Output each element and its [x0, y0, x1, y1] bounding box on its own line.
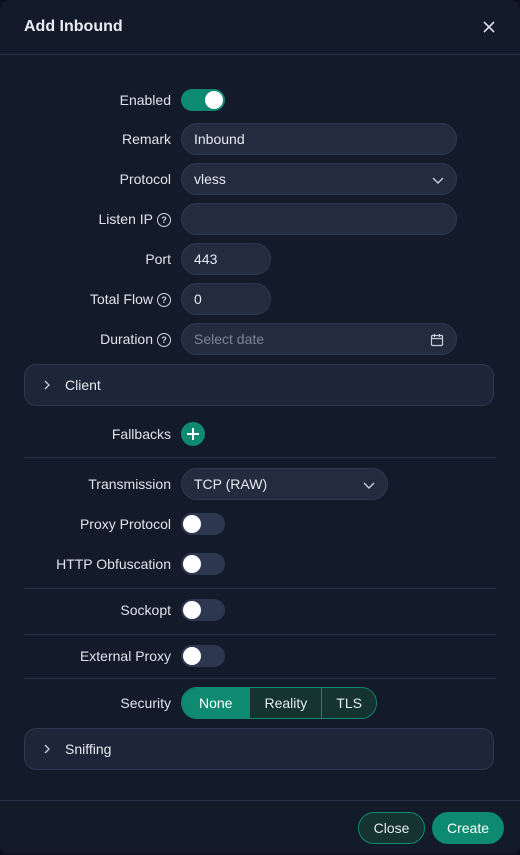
row-port: Port 443 — [0, 243, 520, 275]
divider — [24, 457, 496, 458]
sniffing-collapse-label: Sniffing — [65, 741, 112, 757]
protocol-value: vless — [194, 171, 226, 187]
help-icon[interactable]: ? — [157, 333, 171, 347]
row-duration: Duration? Select date — [0, 323, 520, 355]
row-security: Security None Reality TLS — [0, 687, 520, 719]
divider — [24, 678, 496, 679]
client-collapse[interactable]: Client — [24, 364, 494, 406]
fallbacks-label: Fallbacks — [111, 426, 171, 442]
protocol-label: Protocol — [119, 171, 171, 187]
duration-label: Duration? — [100, 323, 171, 355]
plus-icon — [187, 428, 199, 440]
proxy-protocol-label: Proxy Protocol — [79, 516, 171, 532]
row-sockopt: Sockopt — [0, 594, 520, 626]
help-icon[interactable]: ? — [157, 213, 171, 227]
external-proxy-label: External Proxy — [79, 648, 171, 664]
chevron-right-icon — [44, 380, 50, 390]
row-listen-ip: Listen IP? — [0, 203, 520, 235]
toggle-knob — [183, 601, 201, 619]
add-inbound-modal: Add Inbound Enabled Remark Inbound Proto… — [0, 0, 520, 854]
toggle-knob — [183, 647, 201, 665]
port-label: Port — [145, 251, 171, 267]
sockopt-toggle[interactable] — [181, 599, 225, 621]
divider — [24, 634, 496, 635]
security-option-tls[interactable]: TLS — [321, 688, 376, 718]
enabled-toggle[interactable] — [181, 89, 225, 111]
protocol-select[interactable]: vless — [181, 163, 457, 195]
close-button[interactable]: Close — [358, 812, 425, 844]
listen-ip-input[interactable] — [181, 203, 457, 235]
proxy-protocol-toggle[interactable] — [181, 513, 225, 535]
total-flow-input[interactable]: 0 — [181, 283, 271, 315]
remark-input[interactable]: Inbound — [181, 123, 457, 155]
listen-ip-label: Listen IP? — [99, 203, 171, 235]
sniffing-collapse[interactable]: Sniffing — [24, 728, 494, 770]
row-fallbacks: Fallbacks — [0, 418, 520, 450]
create-button[interactable]: Create — [432, 812, 504, 844]
http-obfuscation-label: HTTP Obfuscation — [56, 556, 171, 572]
client-collapse-label: Client — [65, 377, 101, 393]
help-icon[interactable]: ? — [157, 293, 171, 307]
total-flow-label: Total Flow? — [90, 283, 171, 315]
row-http-obfuscation: HTTP Obfuscation — [0, 548, 520, 580]
row-protocol: Protocol vless — [0, 163, 520, 195]
row-external-proxy: External Proxy — [0, 640, 520, 672]
transmission-label: Transmission — [88, 476, 171, 492]
remark-label: Remark — [121, 131, 171, 147]
row-proxy-protocol: Proxy Protocol — [0, 508, 520, 540]
duration-date-picker[interactable]: Select date — [181, 323, 457, 355]
row-transmission: Transmission TCP (RAW) — [0, 468, 520, 500]
duration-placeholder: Select date — [194, 331, 265, 347]
duration-label-text: Duration — [100, 331, 153, 347]
security-option-reality[interactable]: Reality — [249, 688, 322, 718]
row-enabled: Enabled — [0, 84, 520, 116]
external-proxy-toggle[interactable] — [181, 645, 225, 667]
enabled-label: Enabled — [119, 92, 171, 108]
divider — [24, 588, 496, 589]
security-option-none[interactable]: None — [182, 688, 250, 718]
chevron-down-icon — [363, 482, 375, 489]
modal-title: Add Inbound — [24, 18, 123, 35]
modal-header: Add Inbound — [0, 0, 520, 55]
port-input[interactable]: 443 — [181, 243, 271, 275]
toggle-knob — [183, 555, 201, 573]
row-total-flow: Total Flow? 0 — [0, 283, 520, 315]
transmission-value: TCP (RAW) — [194, 476, 268, 492]
transmission-select[interactable]: TCP (RAW) — [181, 468, 388, 500]
security-label: Security — [120, 695, 171, 711]
toggle-knob — [183, 515, 201, 533]
row-remark: Remark Inbound — [0, 123, 520, 155]
toggle-knob — [205, 91, 223, 109]
sockopt-label: Sockopt — [120, 602, 171, 618]
calendar-icon — [430, 334, 444, 347]
listen-ip-label-text: Listen IP — [98, 211, 153, 227]
chevron-right-icon — [44, 744, 50, 754]
http-obfuscation-toggle[interactable] — [181, 553, 225, 575]
add-fallback-button[interactable] — [181, 422, 205, 446]
security-segmented-control: None Reality TLS — [181, 687, 377, 719]
chevron-down-icon — [432, 177, 444, 184]
close-icon[interactable] — [478, 16, 500, 38]
total-flow-label-text: Total Flow — [89, 291, 153, 307]
modal-footer: Close Create — [0, 800, 520, 855]
